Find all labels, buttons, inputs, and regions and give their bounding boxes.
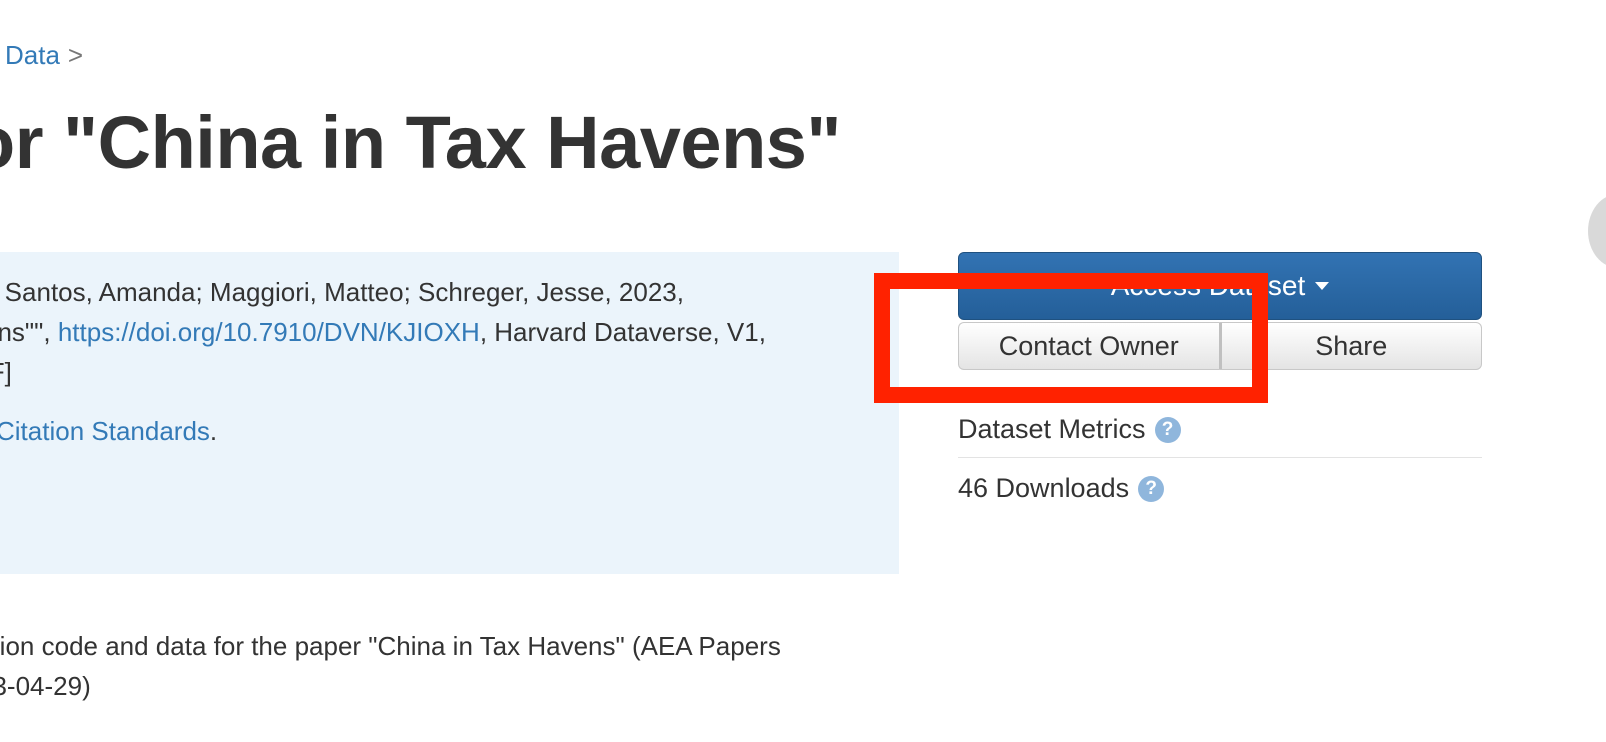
doi-link[interactable]: https://doi.org/10.7910/DVN/KJIOXH <box>58 317 480 347</box>
citation-text: os Santos, Amanda; Maggiori, Matteo; Sch… <box>0 272 766 392</box>
dataset-metrics-label: Dataset Metrics <box>958 414 1146 444</box>
scroll-handle[interactable] <box>1588 194 1606 268</box>
dataset-description: ation code and data for the paper "China… <box>0 626 781 706</box>
citation-standards-period: . <box>209 416 218 446</box>
downloads-label: 46 Downloads <box>958 473 1130 503</box>
citation-standards: Citation Standards. <box>0 416 217 447</box>
caret-down-icon <box>1315 282 1330 290</box>
citation-title-fragment: vens"", <box>0 317 51 347</box>
breadcrumb-link[interactable]: l Data <box>0 40 60 70</box>
citation-line-1: os Santos, Amanda; Maggiori, Matteo; Sch… <box>0 277 684 307</box>
page: l Data> or "China in Tax Havens" os Sant… <box>0 0 1606 742</box>
citation-publisher: , Harvard Dataverse, V1, <box>479 317 766 347</box>
help-icon[interactable]: ? <box>1138 475 1165 502</box>
downloads-count: 46 Downloads? <box>958 473 1165 504</box>
citation-standards-link[interactable]: Citation Standards <box>0 416 210 446</box>
help-icon[interactable]: ? <box>1154 416 1181 443</box>
page-title: or "China in Tax Havens" <box>0 101 842 184</box>
breadcrumb: l Data> <box>0 40 83 71</box>
citation-box: os Santos, Amanda; Maggiori, Matteo; Sch… <box>0 252 899 574</box>
highlight-annotation-box <box>874 273 1268 403</box>
citation-line-2: vens"", https://doi.org/10.7910/DVN/KJIO… <box>0 312 766 352</box>
description-line-1: ation code and data for the paper "China… <box>0 631 781 661</box>
breadcrumb-separator: > <box>67 40 84 70</box>
citation-line-3: NF] <box>0 357 12 387</box>
dataset-metrics-heading: Dataset Metrics? <box>958 414 1482 458</box>
description-line-2: 23-04-29) <box>0 671 91 701</box>
